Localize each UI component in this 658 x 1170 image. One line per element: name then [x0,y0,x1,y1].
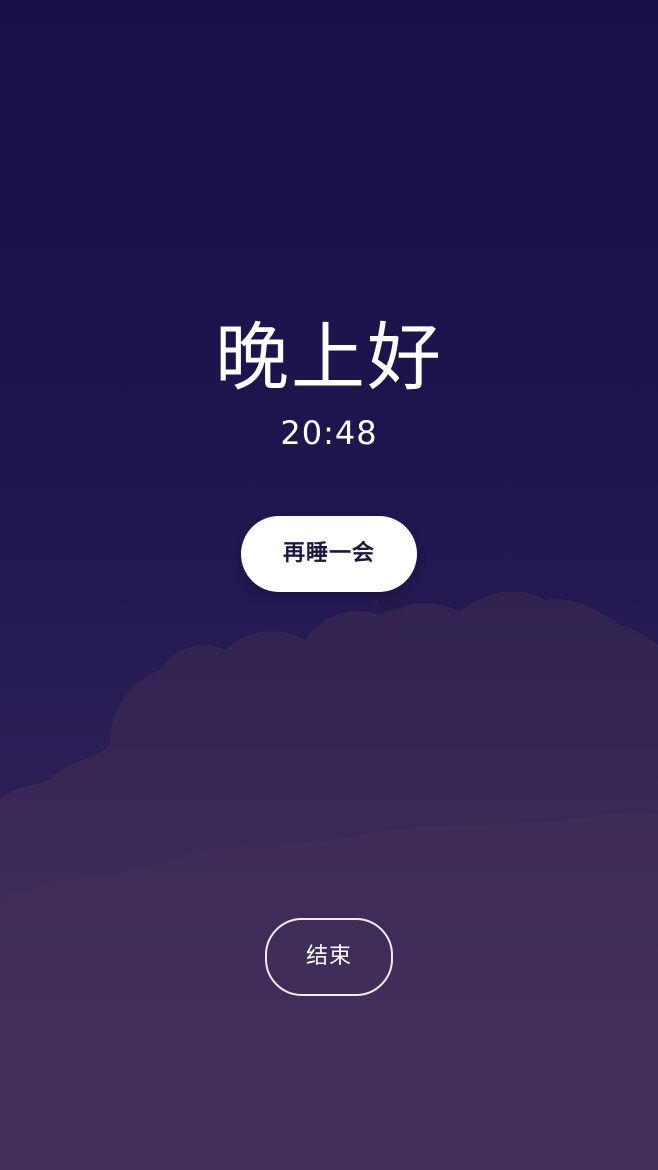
greeting-title: 晚上好 [215,315,443,401]
snooze-button[interactable]: 再睡一会 [241,516,417,592]
end-button[interactable]: 结束 [265,918,393,996]
alarm-screen: 晚上好 20:48 再睡一会 结束 [0,0,658,1170]
current-time: 20:48 [280,414,378,452]
